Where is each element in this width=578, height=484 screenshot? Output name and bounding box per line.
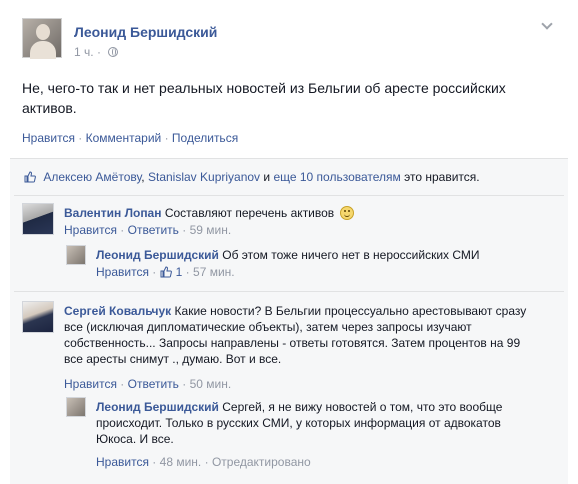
- separator-dot: ·: [185, 265, 190, 279]
- divider: [14, 291, 564, 292]
- comment-like-button[interactable]: Нравится: [64, 377, 117, 391]
- comment-reply: Леонид Бершидский Сергей, я не вижу ново…: [66, 397, 562, 471]
- post-actions: Нравится · Комментарий · Поделиться: [22, 131, 238, 145]
- comment-time[interactable]: 48 мин.: [160, 455, 202, 469]
- separator-dot: ·: [120, 377, 125, 391]
- liker-link[interactable]: Алексею Амётову: [43, 170, 141, 184]
- comment-reply-button[interactable]: Ответить: [128, 377, 179, 391]
- comment-actions: Нравится · 48 мин. · Отредактировано: [96, 455, 311, 469]
- globe-icon[interactable]: [108, 47, 119, 57]
- post-text: Не, чего-то так и нет реальных новостей …: [22, 80, 506, 116]
- comment-author[interactable]: Сергей Ковальчук: [64, 304, 171, 318]
- share-button[interactable]: Поделиться: [172, 131, 238, 145]
- facebook-post: Леонид Бершидский 1 ч. · Не, чего-то так…: [0, 0, 578, 484]
- smile-emoji-icon: [339, 206, 354, 220]
- comment: Сергей Ковальчук Какие новости? В Бельги…: [22, 301, 562, 391]
- separator-dot: ·: [152, 265, 157, 279]
- comment-time[interactable]: 59 мин.: [190, 223, 232, 237]
- like-button[interactable]: Нравится: [22, 131, 75, 145]
- likes-suffix: это нравится.: [404, 170, 480, 184]
- chevron-down-icon[interactable]: [542, 20, 552, 30]
- separator-dot: ·: [152, 455, 157, 469]
- comment-time[interactable]: 50 мин.: [190, 377, 232, 391]
- comment-button[interactable]: Комментарий: [86, 131, 162, 145]
- divider: [14, 195, 564, 196]
- comment-author[interactable]: Валентин Лопан: [64, 206, 161, 220]
- comment-actions: Нравится · Ответить · 50 мин.: [64, 377, 231, 391]
- separator-dot: ·: [182, 377, 187, 391]
- comment-author[interactable]: Леонид Бершидский: [96, 248, 219, 262]
- likes-and: и: [263, 170, 271, 184]
- comment-reply-button[interactable]: Ответить: [128, 223, 179, 237]
- post-meta: 1 ч. ·: [74, 45, 119, 59]
- comment-body: Леонид Бершидский Сергей, я не вижу ново…: [96, 399, 516, 447]
- like-count[interactable]: 1: [176, 265, 183, 279]
- author-name[interactable]: Леонид Бершидский: [74, 24, 217, 40]
- feedback-panel: Алексею Амётову, Stanislav Kupriyanov и …: [10, 158, 568, 484]
- thumbs-up-icon: [24, 171, 36, 183]
- separator-dot: ·: [182, 223, 187, 237]
- comment-like-button[interactable]: Нравится: [96, 455, 149, 469]
- comment-text: Об этом тоже ничего нет в нероссийских С…: [222, 248, 480, 262]
- comment-body: Сергей Ковальчук Какие новости? В Бельги…: [64, 303, 534, 367]
- avatar[interactable]: [22, 203, 54, 235]
- comment-like-button[interactable]: Нравится: [64, 223, 117, 237]
- author-avatar[interactable]: [22, 18, 62, 59]
- separator-dot: ·: [96, 45, 101, 59]
- comment: Валентин Лопан Составляют перечень актив…: [22, 203, 562, 247]
- comment-body: Леонид Бершидский Об этом тоже ничего не…: [96, 247, 556, 263]
- comment-author[interactable]: Леонид Бершидский: [96, 400, 219, 414]
- avatar[interactable]: [22, 301, 54, 333]
- avatar[interactable]: [66, 245, 86, 265]
- likes-summary: Алексею Амётову, Stanislav Kupriyanov и …: [24, 170, 480, 184]
- comment-actions: Нравится · Ответить · 59 мин.: [64, 223, 231, 237]
- comment-text: Составляют перечень активов: [164, 206, 335, 220]
- comment-reply: Леонид Бершидский Об этом тоже ничего не…: [66, 245, 562, 285]
- other-likers-link[interactable]: еще 10 пользователям: [273, 170, 400, 184]
- likes-comma: ,: [141, 170, 145, 184]
- post-time[interactable]: 1 ч.: [74, 45, 94, 59]
- separator-dot: ·: [164, 131, 169, 145]
- separator-dot: ·: [120, 223, 125, 237]
- liker-link[interactable]: Stanislav Kupriyanov: [148, 170, 260, 184]
- separator-dot: ·: [78, 131, 83, 145]
- avatar[interactable]: [66, 397, 86, 417]
- thumbs-up-icon[interactable]: [160, 266, 172, 278]
- separator-dot: ·: [204, 455, 209, 469]
- comment-like-button[interactable]: Нравится: [96, 265, 149, 279]
- comment-time[interactable]: 57 мин.: [193, 265, 235, 279]
- comment-body: Валентин Лопан Составляют перечень актив…: [64, 205, 554, 221]
- edited-label[interactable]: Отредактировано: [212, 455, 311, 469]
- comment-actions: Нравится · 1 · 57 мин.: [96, 265, 235, 279]
